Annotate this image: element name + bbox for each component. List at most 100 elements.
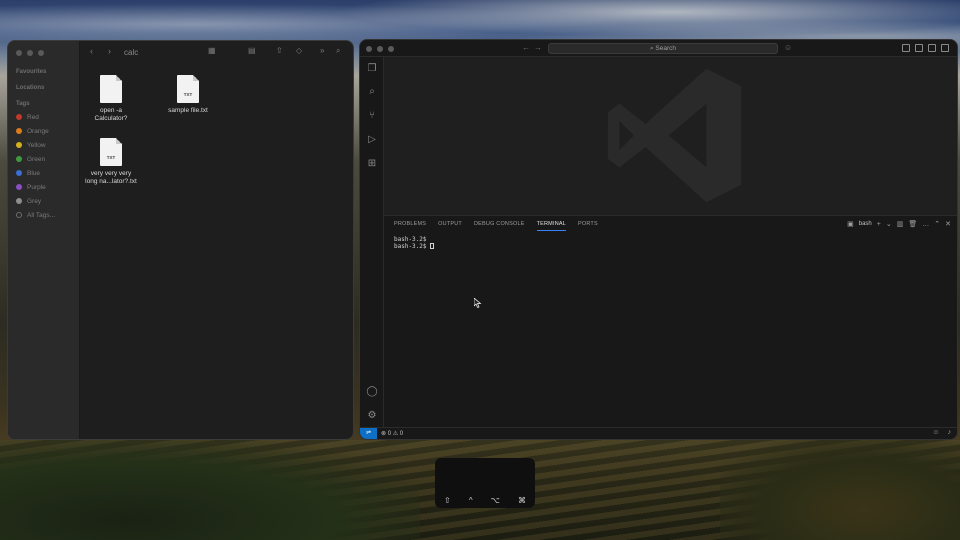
warning-count: 0 <box>399 431 404 437</box>
error-count: 0 <box>387 431 392 437</box>
document-icon: TXT <box>100 138 122 166</box>
terminal-line: bash-3.2$ <box>394 236 427 243</box>
source-control-icon[interactable]: ⑂ <box>366 110 378 122</box>
remote-indicator[interactable]: ⇌ <box>360 428 377 439</box>
settings-gear-icon[interactable]: ⚙ <box>366 410 378 422</box>
terminal-name[interactable]: bash <box>859 221 872 227</box>
tag-label: Grey <box>27 197 42 205</box>
terminal-cursor <box>430 243 435 249</box>
tab-output[interactable]: OUTPUT <box>438 221 462 231</box>
tab-terminal[interactable]: TERMINAL <box>536 221 566 231</box>
bottom-panel: PROBLEMS OUTPUT DEBUG CONSOLE TERMINAL P… <box>384 215 957 427</box>
document-icon: TXT <box>177 75 199 103</box>
sidebar-tag-blue[interactable]: Blue <box>16 166 55 180</box>
tag-ring-icon <box>16 212 22 218</box>
split-terminal-icon[interactable]: ▥ <box>897 220 904 228</box>
layout-panel-icon[interactable] <box>915 44 923 52</box>
activity-bar: ❐ ⌕ ⑂ ▷ ⊞ ◯ ⚙ <box>360 57 384 427</box>
chevron-down-icon[interactable]: ⌄ <box>886 220 892 228</box>
sidebar-tag-green[interactable]: Green <box>16 152 55 166</box>
account-icon[interactable]: ◯ <box>366 386 378 398</box>
search-label: Search <box>655 45 677 52</box>
window-controls[interactable] <box>366 46 394 52</box>
tag-label: Blue <box>27 169 41 177</box>
more-actions-icon[interactable]: … <box>922 221 929 228</box>
file-name: very very very long na...lator?.txt <box>85 170 137 185</box>
vscode-logo-icon <box>607 68 742 203</box>
terminal-output[interactable]: bash-3.2$ bash-3.2$ <box>394 236 435 250</box>
add-terminal-icon[interactable]: + <box>877 221 881 228</box>
title-bar: ← → ⌕ Search ☺ <box>360 40 957 57</box>
bell-icon[interactable]: ♪ <box>948 429 952 436</box>
sidebar-tag-grey[interactable]: Grey <box>16 194 55 208</box>
tag-dot-icon <box>16 128 22 134</box>
tag-label: Yellow <box>27 141 46 149</box>
zoom-button[interactable] <box>388 46 394 52</box>
tab-ports[interactable]: PORTS <box>578 221 598 231</box>
sidebar-tag-orange[interactable]: Orange <box>16 124 55 138</box>
desktop-forest-left <box>0 440 420 540</box>
vscode-window[interactable]: ← → ⌕ Search ☺ ❐ ⌕ ⑂ ▷ ⊞ ◯ ⚙ PROBLEMS OU… <box>359 39 958 440</box>
editor-area <box>384 57 957 215</box>
terminal-icon: ▣ <box>847 221 854 228</box>
tab-debug-console[interactable]: DEBUG CONSOLE <box>474 221 525 231</box>
file-item[interactable]: open -a Calculator? <box>81 75 141 123</box>
tag-label: Red <box>27 113 39 121</box>
sidebar-locations-header: Locations <box>16 85 45 91</box>
explorer-icon[interactable]: ❐ <box>366 63 378 75</box>
view-grid-icon[interactable]: ▦ <box>208 46 216 55</box>
sidebar-favourites-header: Favourites <box>16 69 47 75</box>
forward-icon[interactable]: › <box>108 46 111 56</box>
sidebar-tag-yellow[interactable]: Yellow <box>16 138 55 152</box>
tag-label: Purple <box>27 183 46 191</box>
close-panel-icon[interactable]: ✕ <box>945 220 951 228</box>
customize-layout-icon[interactable] <box>941 44 949 52</box>
extensions-icon[interactable]: ⊞ <box>366 158 378 170</box>
back-icon[interactable]: ‹ <box>90 46 93 56</box>
nav-forward-icon[interactable]: → <box>534 43 542 52</box>
search-icon[interactable]: ⌕ <box>336 46 340 56</box>
tag-dot-icon <box>16 142 22 148</box>
warning-icon: ⚠ <box>392 431 399 437</box>
window-controls[interactable] <box>16 50 44 56</box>
panel-tabs: PROBLEMS OUTPUT DEBUG CONSOLE TERMINAL P… <box>394 221 598 231</box>
layout-sidebar-icon[interactable] <box>902 44 910 52</box>
error-icon: ⊗ <box>381 431 387 437</box>
nav-back-icon[interactable]: ← <box>522 43 530 52</box>
tag-icon[interactable]: ◇ <box>296 46 302 55</box>
maximize-panel-icon[interactable]: ⌃ <box>934 220 940 228</box>
copilot-status-icon[interactable]: ☺ <box>932 429 939 436</box>
tag-label: All Tags... <box>27 211 56 219</box>
sidebar-tag-purple[interactable]: Purple <box>16 180 55 194</box>
copilot-icon[interactable]: ☺ <box>784 43 792 52</box>
finder-title: calc <box>124 48 139 57</box>
command-search[interactable]: ⌕ Search <box>548 43 778 54</box>
finder-toolbar: ‹ › ▦ ▤ ⇧ ◇ » ⌕ <box>80 41 353 65</box>
file-item[interactable]: TXT sample file.txt <box>158 75 218 115</box>
close-button[interactable] <box>366 46 372 52</box>
close-button[interactable] <box>16 50 22 56</box>
share-icon[interactable]: ⇧ <box>276 46 283 55</box>
tag-dot-icon <box>16 114 22 120</box>
minimize-button[interactable] <box>27 50 33 56</box>
keystroke-overlay: ⇧ ^ ⌥ ⌘ <box>435 458 535 508</box>
group-icon[interactable]: ▤ <box>248 46 256 55</box>
run-debug-icon[interactable]: ▷ <box>366 134 378 146</box>
tag-dot-icon <box>16 198 22 204</box>
problems-status[interactable]: ⊗ 0 ⚠ 0 <box>381 430 403 437</box>
tag-dot-icon <box>16 170 22 176</box>
zoom-button[interactable] <box>38 50 44 56</box>
more-icon[interactable]: » <box>320 46 324 55</box>
layout-secondary-icon[interactable] <box>928 44 936 52</box>
sidebar-tag-all[interactable]: All Tags... <box>16 208 55 222</box>
minimize-button[interactable] <box>377 46 383 52</box>
tab-problems[interactable]: PROBLEMS <box>394 221 426 231</box>
mouse-pointer-icon <box>474 298 482 308</box>
desktop-forest-right <box>720 440 960 540</box>
search-icon[interactable]: ⌕ <box>366 86 378 98</box>
file-item[interactable]: TXT very very very long na...lator?.txt <box>81 138 141 186</box>
tag-dot-icon <box>16 156 22 162</box>
sidebar-tag-red[interactable]: Red <box>16 110 55 124</box>
finder-window[interactable]: Favourites Locations Tags Red Orange Yel… <box>7 40 354 440</box>
trash-icon[interactable]: 🗑 <box>908 220 917 228</box>
